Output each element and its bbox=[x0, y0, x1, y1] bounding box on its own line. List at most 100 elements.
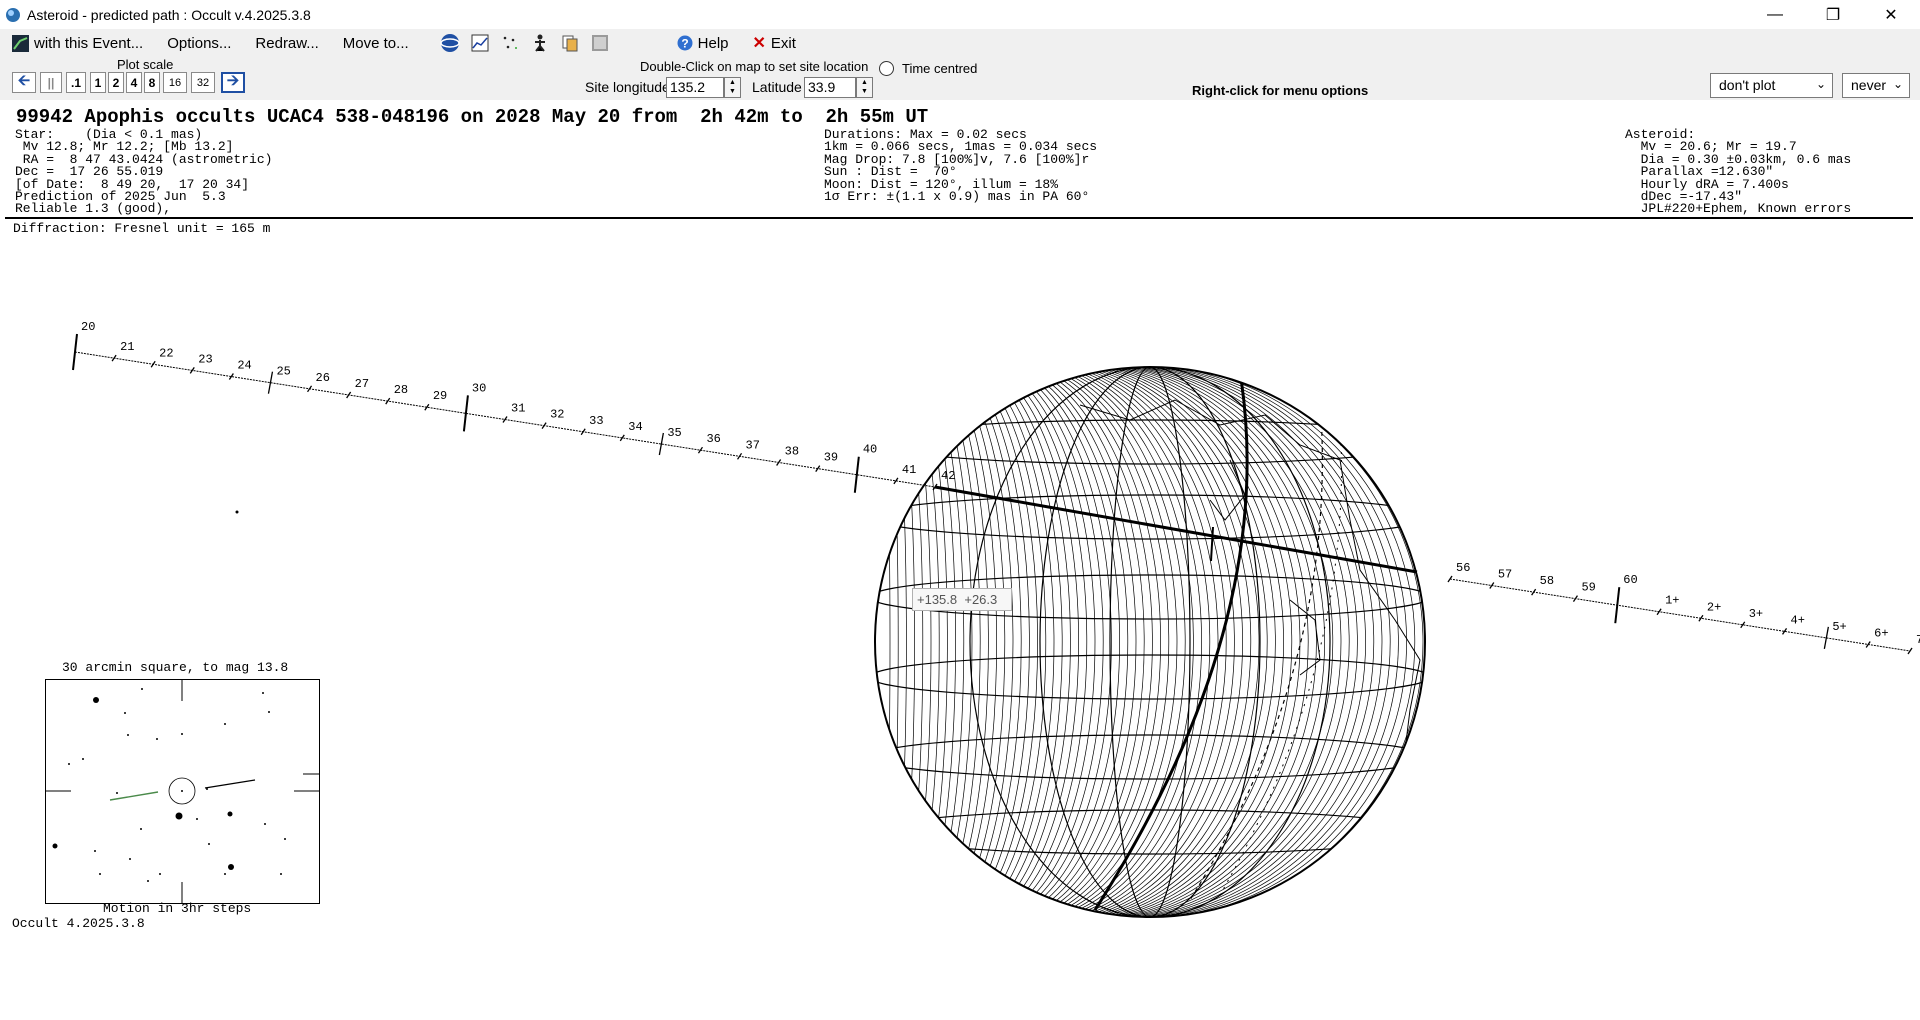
star-point bbox=[159, 873, 161, 875]
scale-button-4[interactable]: 4 bbox=[126, 72, 142, 93]
path-tick-label: 29 bbox=[433, 389, 447, 403]
menu-move-to[interactable]: Move to... bbox=[331, 29, 421, 57]
control-bar: Plot scale 🡨 || .1 1 2 4 8 16 32 🡪 Doubl… bbox=[0, 57, 1920, 100]
path-tick-label: 35 bbox=[667, 426, 681, 440]
path-tick-58 bbox=[1531, 588, 1537, 596]
star-point bbox=[93, 697, 99, 703]
scale-button-1[interactable]: 1 bbox=[90, 72, 106, 93]
path-tick-label: 23 bbox=[198, 352, 212, 366]
star-point bbox=[147, 880, 149, 882]
star-point bbox=[116, 792, 118, 794]
starchart-title: 30 arcmin square, to mag 13.8 bbox=[62, 660, 289, 675]
scale-button-16[interactable]: 16 bbox=[163, 72, 187, 93]
star-point bbox=[280, 873, 282, 875]
path-tick-label: 33 bbox=[589, 414, 603, 428]
plot-canvas[interactable]: 99942 Apophis occults UCAC4 538-048196 o… bbox=[0, 100, 1920, 1020]
scale-button-8[interactable]: 8 bbox=[144, 72, 160, 93]
help-icon: ? bbox=[677, 35, 693, 51]
path-tick-60 bbox=[1614, 587, 1621, 624]
site-longitude-spinner[interactable]: ▲ ▼ bbox=[724, 77, 741, 98]
path-tick-37 bbox=[737, 452, 743, 460]
path-tick-label: 56 bbox=[1456, 561, 1470, 575]
menu-help[interactable]: ? Help bbox=[665, 29, 741, 57]
star-point bbox=[175, 812, 183, 820]
plot-scale-label: Plot scale bbox=[117, 57, 174, 72]
menu-redraw[interactable]: Redraw... bbox=[243, 29, 330, 57]
path-tick-label: 24 bbox=[237, 359, 251, 373]
star-point bbox=[227, 811, 233, 817]
star-point bbox=[99, 873, 101, 875]
scroll-right-button[interactable]: 🡪 bbox=[221, 72, 245, 93]
path-tick-label: 59 bbox=[1581, 581, 1595, 595]
arrow-left-icon: 🡨 bbox=[17, 72, 31, 89]
title-bar: Asteroid - predicted path : Occult v.4.2… bbox=[0, 0, 1920, 29]
path-tick-label: 57 bbox=[1498, 568, 1512, 582]
path-tick-label: 7+ bbox=[1916, 633, 1920, 647]
menu-with-this-event[interactable]: with this Event... bbox=[0, 29, 155, 57]
plot-dropdown-value: don't plot bbox=[1719, 77, 1776, 93]
path-tick-label: 38 bbox=[785, 444, 799, 458]
arrow-right-icon: 🡪 bbox=[226, 72, 240, 89]
path-tick-label: 22 bbox=[159, 346, 173, 360]
scroll-left-button[interactable]: 🡨 bbox=[12, 72, 36, 93]
star-point bbox=[181, 733, 183, 735]
scale-button-32[interactable]: 32 bbox=[191, 72, 215, 93]
site-longitude-input[interactable]: 135.2 bbox=[666, 77, 724, 98]
pause-icon: || bbox=[47, 75, 55, 90]
path-tick-32 bbox=[541, 422, 547, 429]
star-chart bbox=[45, 679, 320, 904]
menu-exit[interactable]: ✕ Exit bbox=[741, 29, 808, 57]
path-track-line bbox=[1449, 578, 1911, 652]
never-dropdown[interactable]: never ⌄ bbox=[1842, 73, 1910, 98]
copy-icon[interactable] bbox=[559, 32, 581, 54]
menu-with-this-event-label: with this Event... bbox=[34, 34, 144, 52]
path-tick-59 bbox=[1572, 595, 1578, 602]
path-tick-label: 37 bbox=[746, 438, 760, 452]
menu-bar: with this Event... Options... Redraw... … bbox=[0, 29, 1920, 57]
time-centred-label: Time centred bbox=[902, 61, 978, 76]
star-point bbox=[141, 688, 143, 690]
star-point bbox=[68, 763, 70, 765]
latitude-input[interactable]: 33.9 bbox=[804, 77, 856, 98]
latitude-spinner[interactable]: ▲ ▼ bbox=[856, 77, 873, 98]
star-field-icon[interactable] bbox=[499, 32, 521, 54]
star-point bbox=[52, 843, 58, 849]
path-tick-label: 5+ bbox=[1832, 620, 1846, 634]
path-tick-22 bbox=[150, 360, 156, 368]
path-tick-label: 30 bbox=[472, 381, 486, 395]
svg-text:?: ? bbox=[681, 37, 688, 51]
path-tick-label: 58 bbox=[1540, 574, 1554, 588]
menu-help-label: Help bbox=[697, 34, 729, 52]
menu-options[interactable]: Options... bbox=[155, 29, 243, 57]
star-point bbox=[264, 823, 266, 825]
pause-button[interactable]: || bbox=[40, 72, 62, 93]
cursor-coords-tooltip: +135.8 +26.3 bbox=[912, 588, 1012, 611]
occultation-path-right: 56 57 58 59 60 1+ 2+ 3+ 4+ 5+ 6+ 7+ bbox=[1447, 561, 1920, 655]
path-tick-label: 26 bbox=[316, 371, 330, 385]
stray-point bbox=[235, 510, 239, 514]
path-tick-label: 3+ bbox=[1749, 607, 1763, 621]
menu-exit-label: Exit bbox=[770, 34, 796, 52]
path-tick-label: 1+ bbox=[1665, 594, 1679, 608]
close-icon[interactable]: ✕ bbox=[1862, 0, 1920, 29]
site-longitude-label: Site longitude bbox=[585, 79, 670, 95]
version-label: Occult 4.2025.3.8 bbox=[12, 916, 145, 931]
chart-icon[interactable] bbox=[469, 32, 491, 54]
double-click-hint: Double-Click on map to set site location bbox=[640, 59, 869, 74]
path-tick-label: 39 bbox=[824, 451, 838, 465]
image-icon[interactable] bbox=[589, 32, 611, 54]
time-centred-radio[interactable] bbox=[879, 61, 894, 76]
path-tick-label: 34 bbox=[628, 420, 642, 434]
plot-dropdown[interactable]: don't plot ⌄ bbox=[1710, 73, 1833, 98]
path-tick-label: 6+ bbox=[1874, 626, 1888, 640]
observer-icon[interactable] bbox=[529, 32, 551, 54]
star-point bbox=[94, 850, 96, 852]
path-tick-label: 36 bbox=[706, 432, 720, 446]
minimize-icon[interactable]: — bbox=[1746, 0, 1804, 29]
restore-icon[interactable]: ❐ bbox=[1804, 0, 1862, 29]
scale-button-2[interactable]: 2 bbox=[108, 72, 124, 93]
scale-button-0.1[interactable]: .1 bbox=[66, 72, 86, 93]
globe-icon[interactable] bbox=[439, 32, 461, 54]
path-tick-label: 4+ bbox=[1791, 613, 1805, 627]
chevron-down-icon: ⌄ bbox=[1892, 77, 1903, 91]
